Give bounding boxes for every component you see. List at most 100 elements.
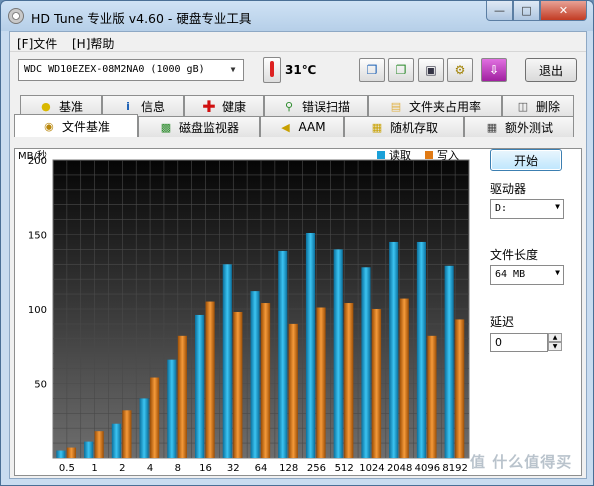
tab-benchmark[interactable]: ● 基准 [20, 95, 102, 116]
trash-icon: ◫ [517, 99, 529, 113]
copy-icon: ❐ [366, 63, 378, 77]
benchmark-chart: 50100150200MB/秒0.5 1 2 4 8 16 32 64 128 256 512 102… [18, 149, 470, 474]
tab-label: AAM [298, 120, 326, 134]
bar-read [222, 264, 232, 458]
download-button[interactable]: ⇩ [481, 58, 507, 82]
thermometer-icon [263, 57, 281, 83]
tab-disk-monitor[interactable]: ▩ 磁盘监视器 [138, 116, 260, 137]
tab-folder-usage[interactable]: ▤ 文件夹占用率 [368, 95, 502, 116]
info-icon: i [126, 99, 130, 113]
exit-button[interactable]: 退出 [525, 58, 577, 82]
tab-label: 健康 [221, 99, 246, 114]
delay-input[interactable]: 0 [490, 333, 548, 352]
bar-read [361, 267, 371, 458]
legend-label: 读取 [389, 149, 411, 162]
drive-letter-select[interactable]: D: ▼ [490, 199, 564, 219]
x-tick-label: 4 [147, 463, 153, 474]
chevron-down-icon: ▼ [555, 268, 560, 277]
y-tick-label: 50 [34, 380, 47, 391]
save-button[interactable]: ▣ [418, 58, 444, 82]
file-benchmark-panel: 50 100 150 200 MB/秒 0.5 1 2 4 8 16 32 64 128 256 512 102… [14, 148, 582, 476]
bar-write [455, 319, 465, 458]
tab-file-benchmark[interactable]: ◉ 文件基准 [14, 114, 138, 137]
client-area: [F]文件 [H]帮助 WDC WD10EZEX-08M2NA0 (1000 g… [9, 31, 587, 479]
tab-error-scan[interactable]: ⚲ 错误扫描 [264, 95, 368, 116]
bar-write [205, 301, 215, 458]
legend-swatch [425, 151, 433, 159]
tab-extra-tests[interactable]: ▦ 额外测试 [464, 116, 574, 137]
spin-up-icon[interactable]: ▲ [548, 333, 562, 342]
bar-read [84, 441, 94, 458]
floppy-icon: ▣ [425, 63, 437, 77]
monitor-icon: ▩ [160, 120, 172, 134]
x-tick-label: 128 [279, 463, 298, 474]
drive-select-value: WDC WD10EZEX-08M2NA0 (1000 gB) [24, 64, 205, 75]
tab-label: 删除 [535, 99, 560, 114]
bar-read [389, 241, 399, 458]
tab-health[interactable]: ✚ 健康 [184, 95, 264, 116]
bar-read [194, 314, 205, 458]
delay-spinner[interactable]: ▲ ▼ [548, 333, 562, 352]
drive-letter-value: D: [495, 203, 508, 214]
file-size-select[interactable]: 64 MB ▼ [490, 265, 564, 285]
legend-swatch [377, 151, 385, 159]
tab-delete[interactable]: ◫ 删除 [502, 95, 574, 116]
bar-write [288, 323, 298, 458]
x-tick-label: 2 [119, 463, 125, 474]
y-tick-label: 100 [28, 305, 47, 316]
bar-write [316, 307, 326, 458]
tab-label: 随机存取 [389, 120, 438, 135]
x-tick-label: 8 [175, 463, 181, 474]
x-tick-label: 64 [255, 463, 268, 474]
start-button[interactable]: 开始 [490, 149, 562, 171]
delay-value: 0 [495, 336, 502, 349]
x-tick-label: 16 [199, 463, 212, 474]
close-button[interactable]: ✕ [540, 1, 587, 21]
drive-label: 驱动器 [490, 182, 527, 196]
copy-text-button[interactable]: ❐ [359, 58, 385, 82]
spin-down-icon[interactable]: ▼ [548, 342, 562, 351]
down-arrow-icon: ⇩ [488, 63, 500, 77]
folder-icon: ▤ [390, 99, 402, 113]
bar-write [150, 377, 160, 458]
bar-read [333, 249, 343, 458]
tab-label: 错误扫描 [301, 99, 350, 114]
tab-info[interactable]: i 信息 [102, 95, 184, 116]
tab-label: 基准 [58, 99, 83, 114]
x-tick-label: 1 [91, 463, 97, 474]
copy-image-button[interactable]: ❐ [388, 58, 414, 82]
tab-label: 信息 [140, 99, 165, 114]
window-title: HD Tune 专业版 v4.60 - 硬盘专业工具 [31, 11, 252, 26]
menu-file[interactable]: [F]文件 [17, 35, 57, 52]
bar-read [56, 450, 66, 458]
tab-aam[interactable]: ◀ AAM [260, 116, 344, 137]
tab-label: 文件基准 [61, 119, 110, 134]
copy-image-icon: ❐ [395, 63, 407, 77]
bar-write [66, 447, 77, 458]
bar-read [305, 233, 316, 458]
drive-select[interactable]: WDC WD10EZEX-08M2NA0 (1000 gB) ▼ [18, 59, 244, 81]
bar-write [122, 410, 132, 458]
title-bar[interactable]: HD Tune 专业版 v4.60 - 硬盘专业工具 — □ ✕ [1, 1, 593, 31]
maximize-button[interactable]: □ [513, 1, 540, 21]
extra-icon: ▦ [486, 120, 498, 134]
minimize-button[interactable]: — [486, 1, 513, 21]
chevron-down-icon: ▼ [230, 65, 236, 74]
toolbar: WDC WD10EZEX-08M2NA0 (1000 gB) ▼ 31℃ ❐ ❐… [10, 53, 586, 89]
tab-random-access[interactable]: ▦ 随机存取 [344, 116, 464, 137]
red-cross-icon: ✚ [202, 96, 216, 116]
menu-help[interactable]: [H]帮助 [72, 35, 114, 52]
x-tick-label: 512 [335, 463, 354, 474]
y-tick-label: 150 [28, 231, 47, 242]
magnifier-icon: ⚲ [284, 99, 294, 113]
file-size-label: 文件长度 [490, 248, 539, 262]
yellow-bulb-icon: ● [41, 99, 51, 113]
x-tick-label: 1024 [359, 463, 384, 474]
options-button[interactable]: ⚙ [447, 58, 473, 82]
bar-write [371, 309, 382, 458]
chevron-down-icon: ▼ [555, 202, 560, 211]
bar-read [250, 291, 260, 458]
watermark: 值 什么值得买 [470, 453, 573, 471]
bar-write [427, 335, 437, 458]
bar-write [233, 311, 243, 458]
